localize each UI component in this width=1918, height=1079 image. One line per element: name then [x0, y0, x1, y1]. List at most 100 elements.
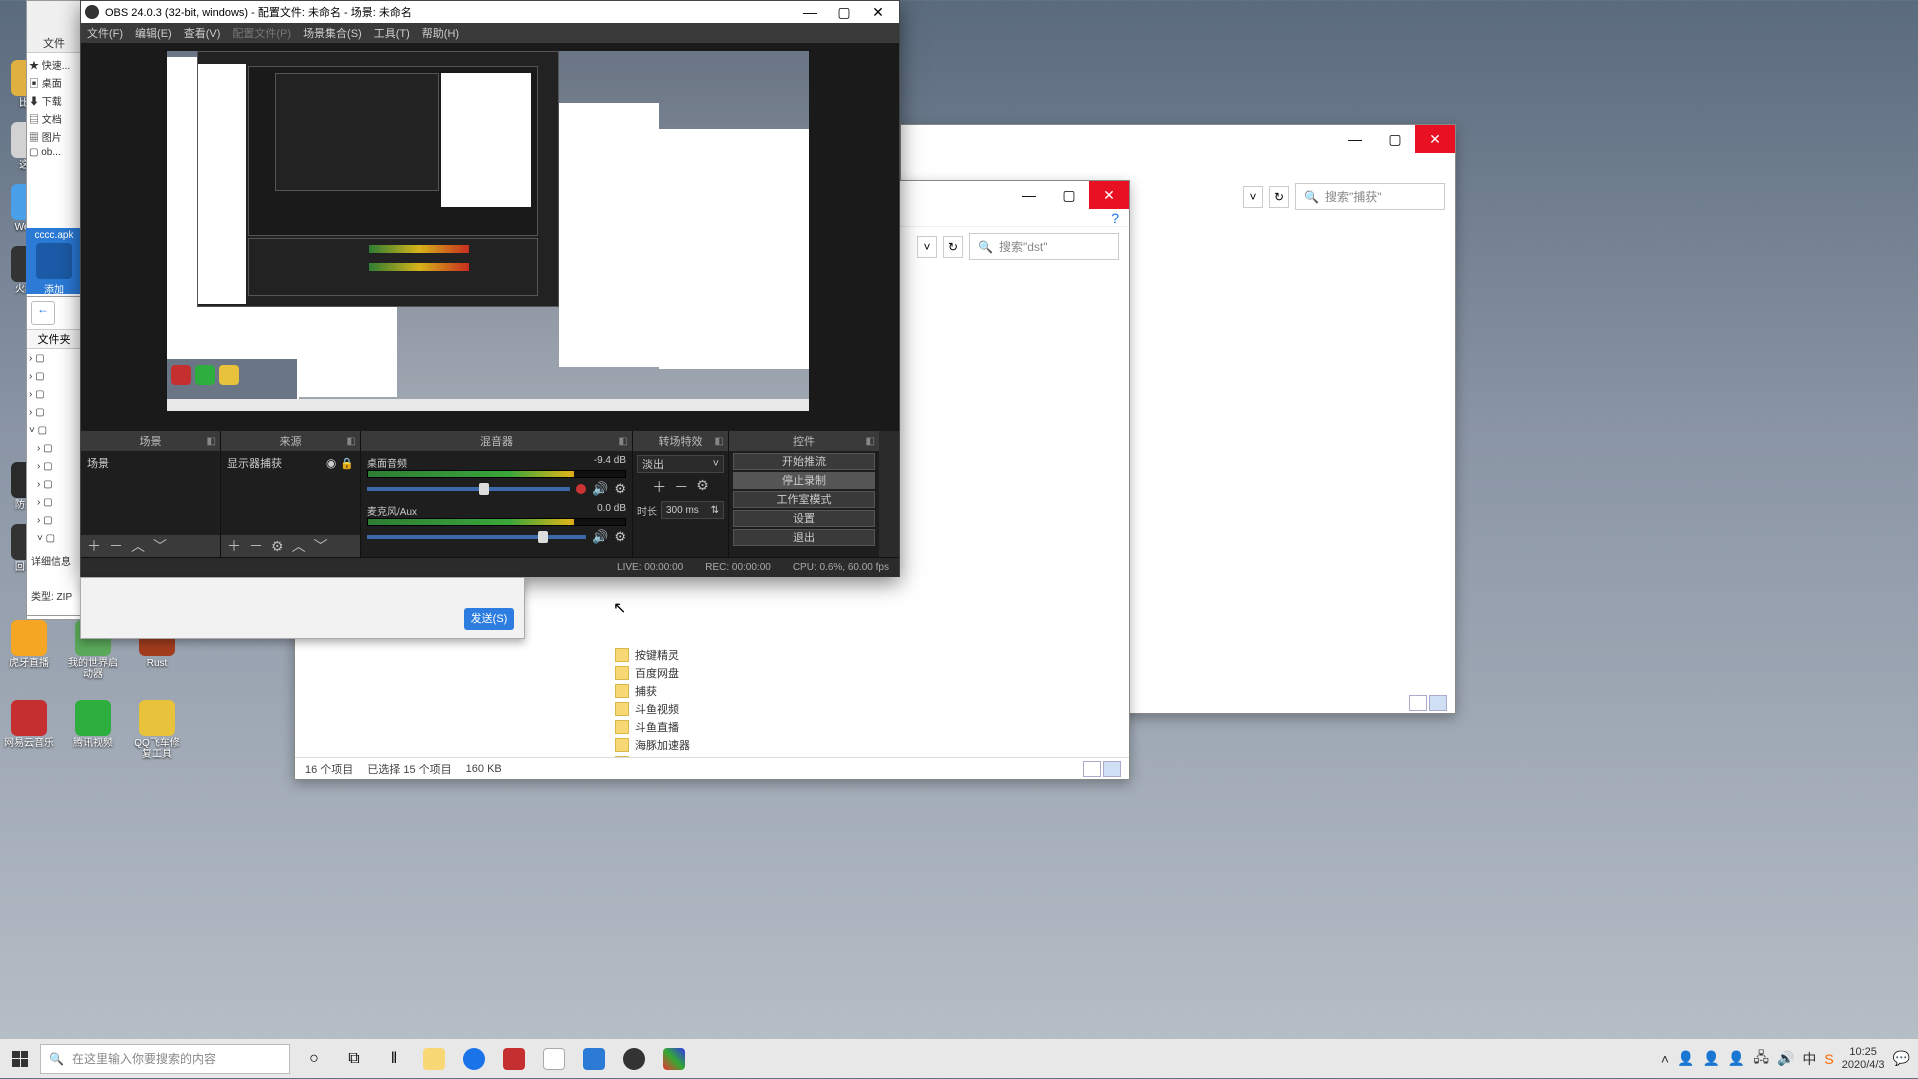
file-tab[interactable]: 文件	[27, 1, 81, 53]
taskbar-search-input[interactable]: 🔍 在这里输入你要搜索的内容	[40, 1044, 290, 1074]
cortana-icon[interactable]: ○	[294, 1039, 334, 1079]
taskbar-edge[interactable]	[454, 1039, 494, 1079]
studio-mode-button[interactable]: 工作室模式	[733, 491, 875, 508]
mute-icon[interactable]: 🔊	[592, 481, 608, 497]
menu-profile[interactable]: 配置文件(P)	[232, 25, 291, 41]
gear-icon[interactable]: ⚙	[696, 477, 709, 497]
scene-item[interactable]: 场景	[87, 455, 214, 471]
list-item[interactable]: 百度网盘	[615, 664, 1129, 682]
move-up-button[interactable]: ︿	[131, 539, 145, 553]
refresh-icon[interactable]: ↻	[943, 236, 963, 258]
taskbar-app2[interactable]	[654, 1039, 694, 1079]
view-toggle[interactable]	[1083, 761, 1121, 777]
gear-icon[interactable]: ⚙	[614, 481, 626, 497]
popout-icon[interactable]: ◧	[715, 436, 724, 447]
action-center-icon[interactable]: 💬	[1893, 1050, 1910, 1067]
file-explorer-sidebar-lower[interactable]: ← 文件夹 › ▢› ▢› ▢› ▢˅ ▢ › ▢› ▢› ▢ › ▢› ▢˅ …	[26, 296, 82, 616]
move-down-button[interactable]: ﹀	[314, 539, 328, 553]
menu-help[interactable]: 帮助(H)	[422, 25, 459, 41]
obs-menubar[interactable]: 文件(F) 编辑(E) 查看(V) 配置文件(P) 场景集合(S) 工具(T) …	[81, 23, 899, 43]
tray-network-icon[interactable]: 🖧	[1753, 1047, 1769, 1071]
preview-canvas[interactable]	[167, 51, 809, 411]
dropdown-icon[interactable]: ˅	[1243, 186, 1263, 208]
send-button[interactable]: 发送(S)	[464, 608, 514, 630]
list-item[interactable]: 斗鱼视频	[615, 700, 1129, 718]
tray-sogou-icon[interactable]: S	[1824, 1051, 1833, 1067]
transition-select[interactable]: 淡出˅	[637, 455, 724, 473]
desktop-icon-tencent[interactable]: 腾讯视频	[68, 700, 118, 756]
tray-chevron-up-icon[interactable]: ˄	[1661, 1051, 1669, 1067]
scenes-list[interactable]: 场景	[81, 451, 220, 535]
taskbar[interactable]: 🔍 在这里输入你要搜索的内容 ○ ⧉ ‖ ˄ 👤 👤 👤 🖧 🔊 中 S 10:…	[0, 1038, 1918, 1078]
taskbar-app[interactable]	[574, 1039, 614, 1079]
menu-scene-collection[interactable]: 场景集合(S)	[303, 25, 362, 41]
menu-view[interactable]: 查看(V)	[184, 25, 221, 41]
source-item[interactable]: 显示器捕获 ◉ 🔒	[227, 455, 354, 471]
exit-button[interactable]: 退出	[733, 529, 875, 546]
refresh-icon[interactable]: ↻	[1269, 186, 1289, 208]
task-view-icon[interactable]: ⧉	[334, 1039, 374, 1079]
close-button[interactable]: ✕	[1415, 125, 1455, 153]
gear-icon[interactable]: ⚙	[271, 539, 284, 553]
menu-file[interactable]: 文件(F)	[87, 25, 123, 41]
sidebar-item[interactable]: ▤ 文档	[29, 111, 79, 129]
volume-slider[interactable]	[367, 487, 570, 491]
obs-titlebar[interactable]: OBS 24.0.3 (32-bit, windows) - 配置文件: 未命名…	[81, 1, 899, 23]
popout-icon[interactable]: ◧	[619, 436, 628, 447]
tray-clock[interactable]: 10:25 2020/4/3	[1842, 1046, 1885, 1072]
send-dialog[interactable]: 发送(S)	[80, 577, 525, 639]
list-item[interactable]: 捕获	[615, 682, 1129, 700]
gear-icon[interactable]: ⚙	[614, 529, 626, 545]
popout-icon[interactable]: ◧	[207, 436, 216, 447]
panel-header[interactable]: 来源◧	[221, 431, 360, 451]
minimize-button[interactable]: —	[793, 4, 827, 21]
desktop-icon-netease[interactable]: 网易云音乐	[4, 700, 54, 756]
volume-slider[interactable]	[367, 535, 586, 539]
sidebar-item[interactable]: ▣ 桌面	[29, 75, 79, 93]
popout-icon[interactable]: ◧	[347, 436, 356, 447]
file-cccc-apk[interactable]: cccc.apk 添加	[26, 228, 82, 294]
settings-button[interactable]: 设置	[733, 510, 875, 527]
taskbar-qq[interactable]	[534, 1039, 574, 1079]
dropdown-icon[interactable]: ˅	[917, 236, 937, 258]
add-button[interactable]: ＋	[87, 539, 101, 553]
sidebar-item[interactable]: ⬇ 下载	[29, 93, 79, 111]
tray-ime-icon[interactable]: 中	[1802, 1049, 1816, 1069]
menu-tools[interactable]: 工具(T)	[374, 25, 410, 41]
start-streaming-button[interactable]: 开始推流	[733, 453, 875, 470]
panel-header[interactable]: 混音器◧	[361, 431, 632, 451]
duration-input[interactable]: 300 ms⇅	[661, 501, 724, 519]
minimize-button[interactable]: —	[1009, 181, 1049, 209]
system-tray[interactable]: ˄ 👤 👤 👤 🖧 🔊 中 S 10:25 2020/4/3 💬	[1653, 1046, 1918, 1072]
panel-header[interactable]: 转场特效◧	[633, 431, 728, 451]
obs-window[interactable]: OBS 24.0.3 (32-bit, windows) - 配置文件: 未命名…	[80, 0, 900, 577]
back-button[interactable]: ←	[31, 301, 55, 325]
sidebar-item[interactable]: ★ 快速...	[29, 57, 79, 75]
help-icon[interactable]: ?	[1111, 210, 1119, 226]
close-button[interactable]: ✕	[861, 4, 895, 21]
list-item[interactable]: 按键精灵	[615, 646, 1129, 664]
taskbar-explorer[interactable]	[414, 1039, 454, 1079]
move-down-button[interactable]: ﹀	[153, 539, 167, 553]
panel-header[interactable]: 控件◧	[729, 431, 879, 451]
remove-button[interactable]: －	[674, 477, 688, 497]
sources-list[interactable]: 显示器捕获 ◉ 🔒	[221, 451, 360, 535]
lock-icon[interactable]: 🔒	[340, 457, 354, 470]
list-item[interactable]: 斗鱼直播	[615, 718, 1129, 736]
maximize-button[interactable]: ▢	[1375, 125, 1415, 153]
start-button[interactable]	[0, 1039, 40, 1079]
close-button[interactable]: ✕	[1089, 181, 1129, 209]
taskbar-obs[interactable]	[614, 1039, 654, 1079]
tray-icon[interactable]: 👤	[1677, 1050, 1694, 1067]
window-titlebar[interactable]: — ▢ ✕	[901, 125, 1455, 153]
spinner-icon[interactable]: ⇅	[711, 505, 719, 516]
tray-volume-icon[interactable]: 🔊	[1777, 1050, 1794, 1067]
remove-button[interactable]: －	[249, 539, 263, 553]
obs-preview[interactable]	[81, 43, 899, 431]
search-input[interactable]: 🔍 搜索"dst"	[969, 233, 1119, 260]
taskbar-netease[interactable]	[494, 1039, 534, 1079]
menu-edit[interactable]: 编辑(E)	[135, 25, 172, 41]
visibility-toggle-icon[interactable]: ◉	[326, 456, 336, 470]
sidebar-item[interactable]: ▢ ob...	[29, 147, 79, 165]
move-up-button[interactable]: ︿	[292, 539, 306, 553]
